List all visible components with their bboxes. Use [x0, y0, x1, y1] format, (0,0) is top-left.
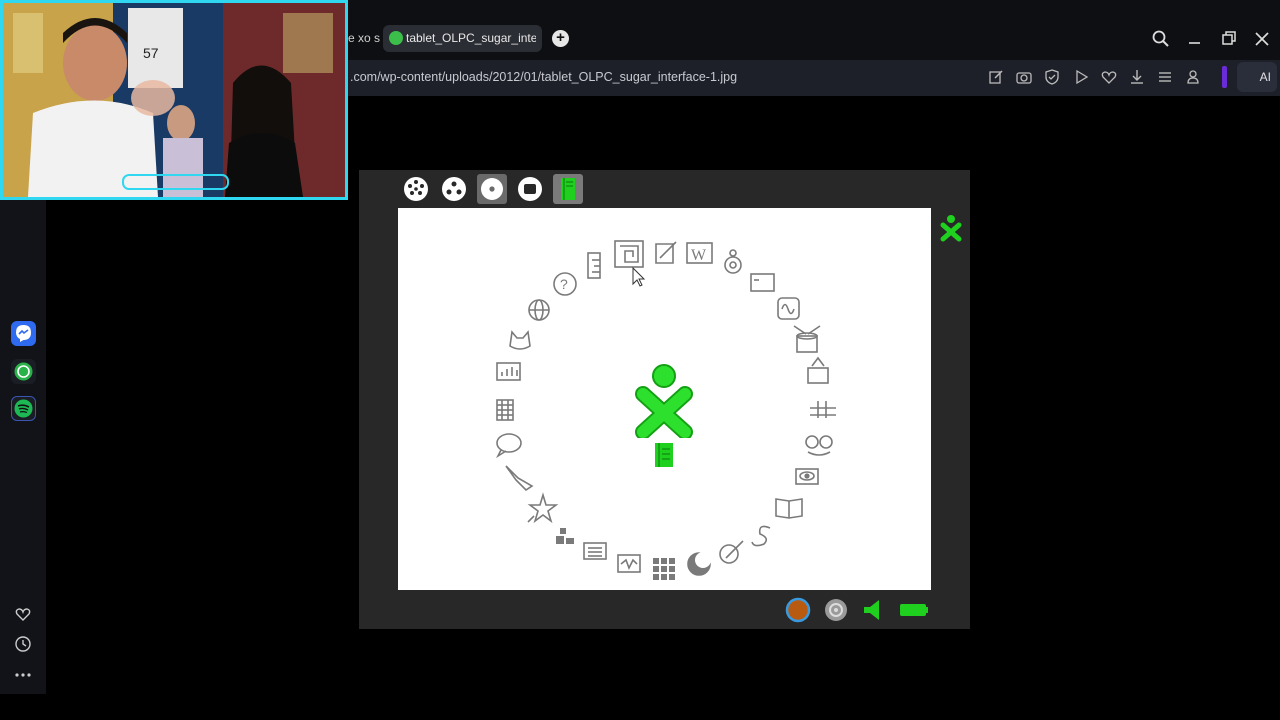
journal-view-icon	[553, 174, 583, 204]
read-icon	[775, 498, 803, 519]
webcam-image: 57	[3, 3, 345, 197]
jersey-number: 57	[143, 45, 159, 61]
tab-favicon-icon	[389, 31, 403, 45]
snake-icon	[751, 525, 771, 547]
measure-icon	[777, 297, 800, 320]
search-icon[interactable]	[1150, 28, 1172, 50]
spotify-icon[interactable]	[11, 396, 36, 421]
blocks-icon	[556, 528, 574, 544]
messenger-icon[interactable]	[11, 321, 36, 346]
download-icon[interactable]	[1128, 68, 1146, 86]
terminal-icon	[750, 273, 775, 292]
whatsapp-icon[interactable]	[11, 359, 36, 384]
star-icon	[527, 492, 559, 524]
ai-button[interactable]: AI	[1237, 62, 1277, 92]
heart-icon[interactable]	[1100, 68, 1118, 86]
restore-icon[interactable]	[1218, 28, 1240, 50]
mouse-cursor-icon	[632, 266, 646, 287]
bottom-strip	[0, 694, 1280, 720]
menu-icon[interactable]	[1156, 68, 1174, 86]
help-icon: ?	[553, 272, 577, 296]
play-icon[interactable]	[1072, 68, 1090, 86]
ai-button-label: AI	[1259, 70, 1271, 84]
minimize-icon[interactable]	[1184, 28, 1206, 50]
chat-icon	[496, 433, 522, 459]
heart-icon[interactable]	[14, 605, 32, 623]
home-view-icon	[477, 174, 507, 204]
edit-icon[interactable]	[987, 68, 1005, 86]
turtle-icon	[724, 249, 742, 274]
maze-icon	[614, 240, 644, 268]
shield-icon[interactable]	[1043, 68, 1061, 86]
music-icon	[807, 356, 829, 384]
xo-buddy-icon	[785, 597, 811, 623]
clock-icon[interactable]	[14, 635, 32, 653]
tab-previous[interactable]: e xo su	[348, 24, 380, 52]
oscilloscope-icon	[617, 554, 641, 573]
xo-corner-icon	[939, 214, 963, 242]
svg-text:W: W	[691, 247, 707, 264]
speaker-icon	[861, 597, 887, 623]
memorize-icon	[653, 558, 675, 580]
battery-icon	[899, 597, 929, 623]
url-text[interactable]: .com/wp-content/uploads/2012/01/tablet_O…	[350, 70, 737, 84]
more-icon[interactable]	[14, 666, 32, 684]
face-icon	[805, 435, 833, 456]
camera-icon[interactable]	[1015, 68, 1033, 86]
network-icon	[823, 597, 849, 623]
moon-icon	[687, 552, 711, 576]
eye-icon	[795, 468, 819, 485]
ai-indicator	[1222, 66, 1227, 88]
paint-icon	[719, 540, 744, 564]
wikipedia-icon: W	[686, 242, 713, 264]
activity-view-icon	[515, 174, 545, 204]
list-icon	[583, 542, 607, 560]
webcam-overlay: 57	[0, 0, 348, 200]
chart-icon	[496, 362, 521, 381]
ruler-icon	[587, 252, 601, 279]
browse-icon	[528, 299, 550, 321]
svg-text:?: ?	[560, 276, 568, 292]
group-view-icon	[439, 174, 469, 204]
close-icon[interactable]	[1251, 28, 1273, 50]
write-icon	[655, 241, 677, 264]
calculator-icon	[496, 399, 514, 421]
tab-active[interactable]: tablet_OLPC_sugar_interfa	[383, 25, 542, 52]
neighborhood-view-icon	[401, 174, 431, 204]
bird-icon	[505, 465, 534, 492]
drum-icon	[793, 325, 821, 353]
cat-icon	[509, 330, 531, 350]
user-icon[interactable]	[1184, 68, 1202, 86]
tab-active-label: tablet_OLPC_sugar_interfa	[406, 31, 536, 45]
tamtam-icon	[810, 401, 836, 418]
new-tab-button[interactable]: +	[552, 30, 569, 47]
activity-ring: ? W	[398, 208, 931, 590]
